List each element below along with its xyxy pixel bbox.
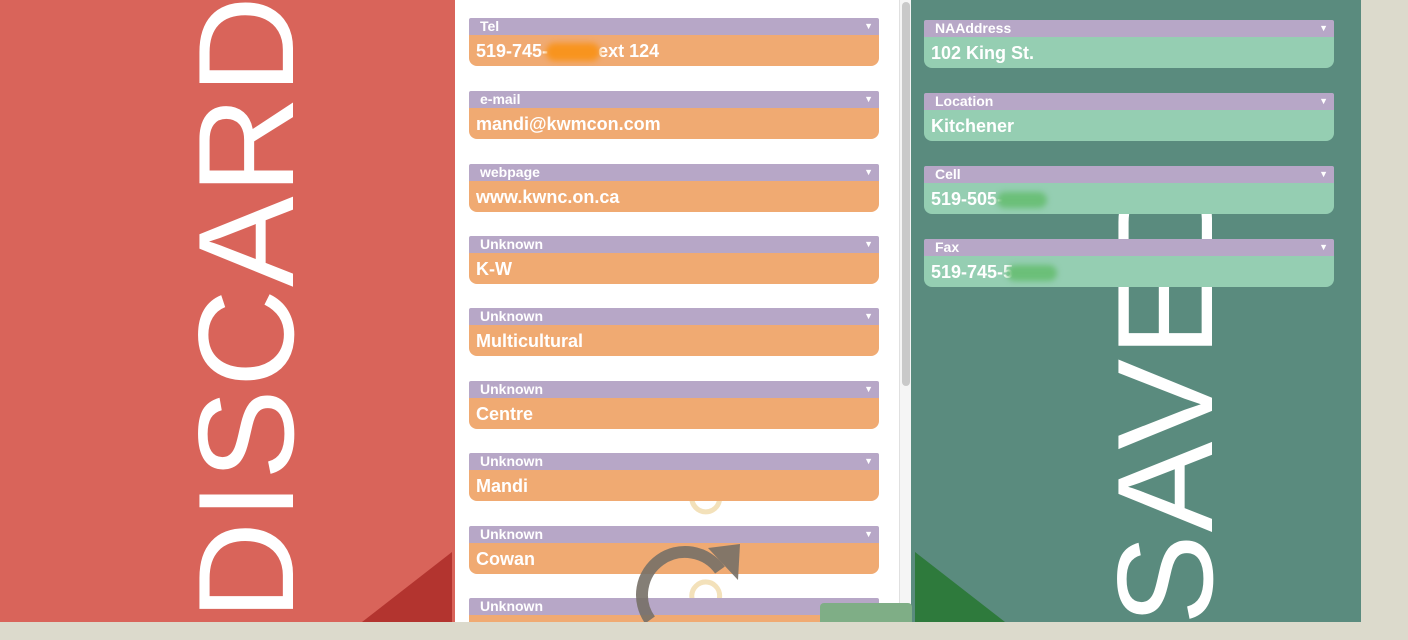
save-arrow-icon[interactable] xyxy=(915,552,1005,622)
field-unknown[interactable]: Unknown ▼ Mandi xyxy=(469,453,879,503)
chevron-down-icon[interactable]: ▼ xyxy=(1319,20,1328,37)
saved-label: SAVED xyxy=(1089,164,1241,622)
redaction-blur xyxy=(546,43,601,62)
saved-field-location[interactable]: Location ▼ Kitchener xyxy=(924,93,1334,143)
saved-field-address[interactable]: NAAddress ▼ 102 King St. xyxy=(924,20,1334,70)
field-value: 519-745- xyxy=(476,41,549,61)
field-type-label: Tel xyxy=(480,18,500,34)
field-type-label: Unknown xyxy=(480,236,543,252)
chevron-down-icon[interactable]: ▼ xyxy=(864,308,873,325)
field-value: Kitchener xyxy=(924,110,1334,141)
chevron-down-icon[interactable]: ▼ xyxy=(1319,166,1328,183)
field-value-ext: ext 124 xyxy=(598,41,660,61)
field-type-label: NAAddress xyxy=(935,20,1012,36)
refresh-icon[interactable] xyxy=(630,540,750,622)
discard-label: DISCARD xyxy=(170,0,322,620)
chevron-down-icon[interactable]: ▼ xyxy=(1319,93,1328,110)
field-type-label: Unknown xyxy=(480,598,543,614)
field-type-label: Unknown xyxy=(480,453,543,469)
field-type-label: Unknown xyxy=(480,308,543,324)
field-value: Centre xyxy=(469,398,879,429)
field-value: 519-505- xyxy=(931,189,1004,209)
chevron-down-icon[interactable]: ▼ xyxy=(864,526,873,543)
redaction-blur xyxy=(1007,265,1058,282)
chevron-down-icon[interactable]: ▼ xyxy=(864,381,873,398)
discard-zone[interactable]: DISCARD xyxy=(0,0,455,622)
field-type-label: Location xyxy=(935,93,994,109)
field-type-label: Unknown xyxy=(480,381,543,397)
chevron-down-icon[interactable]: ▼ xyxy=(864,236,873,253)
field-value: 519-745-5 xyxy=(931,262,1014,282)
field-value: K-W xyxy=(469,253,879,284)
chevron-down-icon[interactable]: ▼ xyxy=(864,164,873,181)
scrollbar-thumb[interactable] xyxy=(902,2,910,386)
chevron-down-icon[interactable]: ▼ xyxy=(864,453,873,470)
field-webpage[interactable]: webpage ▼ www.kwnc.on.ca xyxy=(469,164,879,214)
chevron-down-icon[interactable]: ▼ xyxy=(1319,239,1328,256)
chevron-down-icon[interactable]: ▼ xyxy=(864,18,873,35)
field-value: www.kwnc.on.ca xyxy=(469,181,879,212)
redaction-blur xyxy=(997,192,1048,209)
sync-tab[interactable] xyxy=(820,603,912,622)
field-type-label: Cell xyxy=(935,166,961,182)
field-tel[interactable]: Tel ▼ 519-745- ext 124 xyxy=(469,18,879,68)
field-unknown[interactable]: Unknown ▼ K-W xyxy=(469,236,879,286)
scrollbar[interactable] xyxy=(899,0,911,622)
field-type-label: Fax xyxy=(935,239,960,255)
field-unknown[interactable]: Unknown ▼ Multicultural xyxy=(469,308,879,358)
unsorted-panel[interactable]: ◦ ◦ Tel▼ 519-745-ext 124 e-mail▼ mandi@k… xyxy=(455,0,911,622)
chevron-down-icon[interactable]: ▼ xyxy=(864,91,873,108)
field-type-label: e-mail xyxy=(480,91,521,107)
field-unknown[interactable]: Unknown ▼ Centre xyxy=(469,381,879,431)
saved-field-cell[interactable]: Cell ▼ 519-505- xyxy=(924,166,1334,216)
field-value: 102 King St. xyxy=(924,37,1334,68)
saved-zone[interactable]: SAVED NAAddress ▼ 102 King St. Location ▼ … xyxy=(911,0,1361,622)
bottom-strip xyxy=(0,622,1408,640)
field-value: Mandi xyxy=(469,470,879,501)
field-email[interactable]: e-mail ▼ mandi@kwmcon.com xyxy=(469,91,879,141)
field-value: Multicultural xyxy=(469,325,879,356)
field-value: mandi@kwmcon.com xyxy=(469,108,879,139)
discard-arrow-icon[interactable] xyxy=(362,552,452,622)
field-type-label: Unknown xyxy=(480,526,543,542)
field-type-label: webpage xyxy=(480,164,540,180)
saved-field-fax[interactable]: Fax ▼ 519-745-5 xyxy=(924,239,1334,289)
